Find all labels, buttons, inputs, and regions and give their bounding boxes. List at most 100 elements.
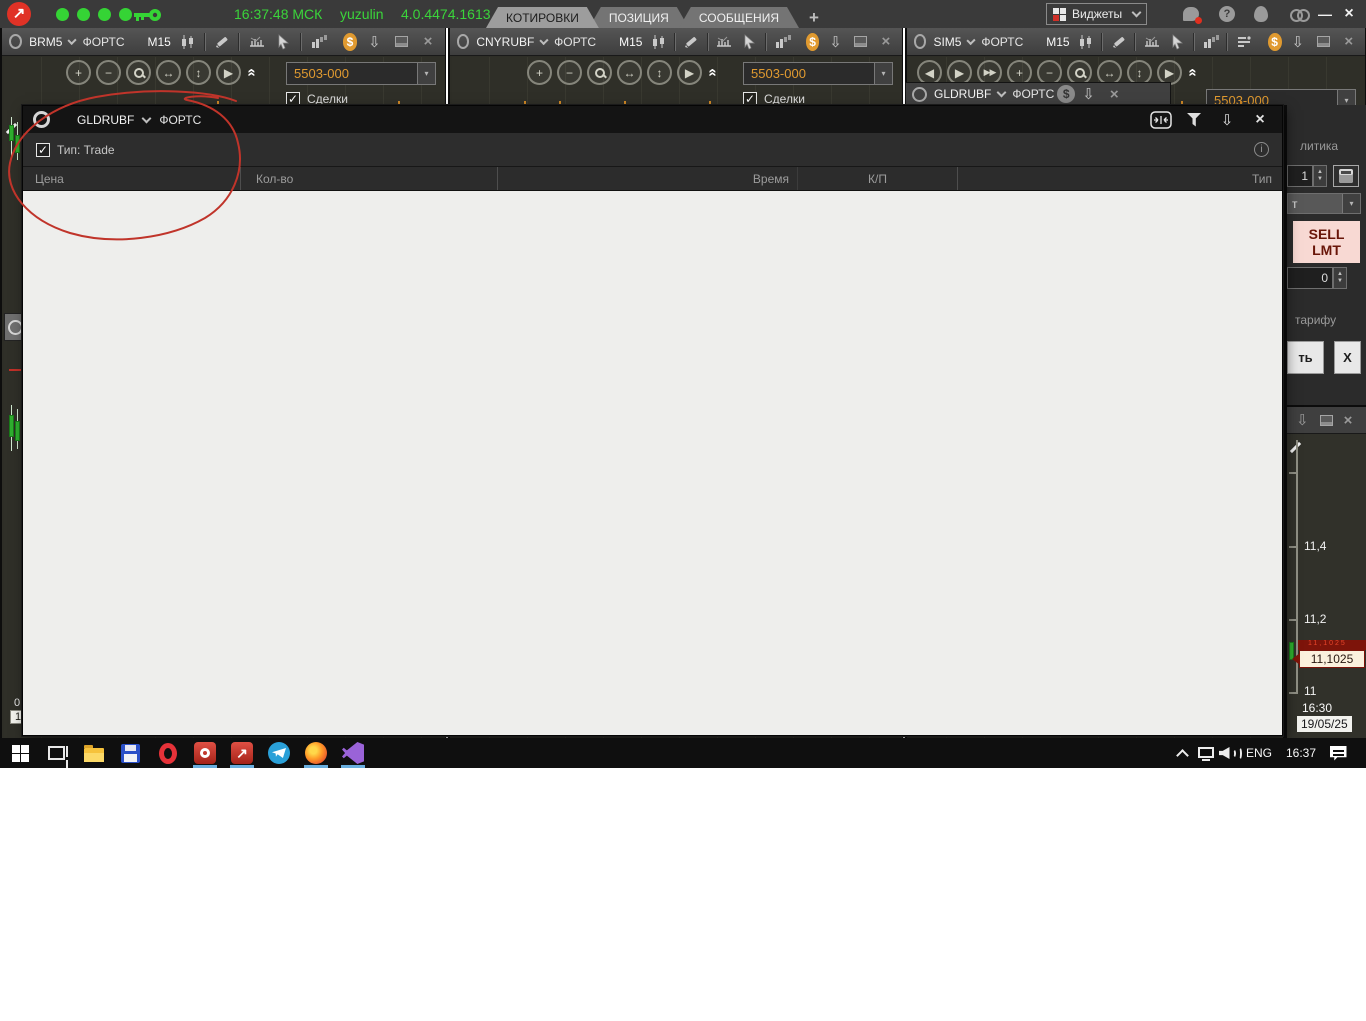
candles-icon[interactable] bbox=[1077, 32, 1096, 52]
calculator-button[interactable] bbox=[1333, 165, 1359, 187]
minimize-app-button[interactable]: — bbox=[1316, 5, 1334, 23]
timeframe-button[interactable]: M15 bbox=[1046, 35, 1069, 49]
compress-columns-icon[interactable] bbox=[1149, 110, 1173, 130]
download-icon[interactable]: ⇩ bbox=[364, 32, 384, 52]
trades-checkbox[interactable]: ✓ Сделки bbox=[743, 92, 893, 106]
network-tray-button[interactable] bbox=[1194, 741, 1218, 765]
sell-lmt-button[interactable]: SELL LMT bbox=[1293, 221, 1360, 263]
firefox-button[interactable] bbox=[304, 741, 328, 765]
tab-kotirovki[interactable]: КОТИРОВКИ bbox=[486, 7, 599, 28]
amount-input[interactable]: 0 bbox=[1287, 267, 1333, 289]
money-icon[interactable]: $ bbox=[1268, 33, 1282, 51]
background-window-gldrubf[interactable]: GLDRUBF ФОРТС $ ⇩ × bbox=[905, 82, 1171, 106]
levels-icon[interactable] bbox=[1235, 32, 1254, 52]
widgets-button[interactable]: Виджеты bbox=[1046, 3, 1147, 25]
filter-icon[interactable] bbox=[1182, 110, 1206, 130]
trades-table-body[interactable] bbox=[23, 191, 1282, 735]
download-icon[interactable]: ⇩ bbox=[1296, 411, 1309, 429]
ticker-select[interactable]: SIM5 bbox=[933, 35, 961, 49]
download-icon[interactable]: ⇩ bbox=[1082, 85, 1095, 103]
close-icon[interactable]: × bbox=[877, 32, 895, 52]
candles-icon[interactable] bbox=[178, 32, 198, 52]
expand-horizontal-button[interactable]: ↔ bbox=[156, 60, 181, 85]
confirm-button[interactable]: ть bbox=[1287, 341, 1324, 374]
save-app-button[interactable] bbox=[118, 741, 142, 765]
zoom-in-button[interactable]: + bbox=[527, 60, 552, 85]
volume-bars-icon[interactable] bbox=[774, 32, 792, 52]
dropdown-arrow-icon[interactable]: ▾ bbox=[1342, 194, 1360, 213]
collapse-toolbar-icon[interactable]: « bbox=[1185, 68, 1202, 76]
tray-expand-button[interactable] bbox=[1170, 741, 1194, 765]
order-type-dropdown[interactable]: т ▾ bbox=[1287, 193, 1361, 214]
minimize-window-icon[interactable] bbox=[391, 32, 411, 52]
info-icon[interactable]: i bbox=[1254, 142, 1269, 157]
expand-vertical-button[interactable]: ↕ bbox=[186, 60, 211, 85]
notifications-icon[interactable] bbox=[1252, 5, 1270, 23]
spin-up-icon[interactable]: ▲ bbox=[1337, 271, 1343, 278]
tab-soobshcheniya[interactable]: СООБЩЕНИЯ bbox=[679, 7, 799, 28]
minimize-window-icon[interactable] bbox=[1314, 32, 1333, 52]
download-icon[interactable]: ⇩ bbox=[1215, 110, 1239, 130]
add-tab-button[interactable]: + bbox=[801, 7, 827, 28]
zoom-select-button[interactable] bbox=[587, 60, 612, 85]
close-icon[interactable]: × bbox=[1344, 412, 1353, 429]
file-explorer-button[interactable] bbox=[82, 741, 106, 765]
column-header-time[interactable]: Время bbox=[498, 167, 798, 190]
draw-pencil-icon[interactable] bbox=[1110, 32, 1129, 52]
column-header-side[interactable]: К/П bbox=[798, 167, 958, 190]
quantity-stepper[interactable]: ▲ ▼ bbox=[1313, 165, 1327, 187]
taskbar-clock[interactable]: 16:37 bbox=[1286, 746, 1316, 760]
close-icon[interactable]: × bbox=[1110, 86, 1119, 103]
volume-bars-icon[interactable] bbox=[309, 32, 329, 52]
download-icon[interactable]: ⇩ bbox=[826, 32, 844, 52]
minimize-window-icon[interactable] bbox=[852, 32, 870, 52]
cursor-icon[interactable] bbox=[1169, 32, 1188, 52]
chat-icon[interactable] bbox=[1182, 5, 1200, 23]
ticker-select[interactable]: GLDRUBF bbox=[77, 113, 134, 127]
price-axis-chart[interactable]: 11,4 11,2 11,1025 11,1025 11 16:30 19/05… bbox=[1287, 434, 1366, 740]
cursor-icon[interactable] bbox=[274, 32, 294, 52]
trades-checkbox[interactable]: ✓ Сделки bbox=[286, 92, 436, 106]
volume-tray-button[interactable] bbox=[1218, 741, 1242, 765]
action-center-button[interactable] bbox=[1326, 741, 1350, 765]
ticker-select[interactable]: BRM5 bbox=[29, 35, 62, 49]
close-icon[interactable]: × bbox=[1340, 32, 1359, 52]
volume-bars-icon[interactable] bbox=[1202, 32, 1221, 52]
start-button[interactable] bbox=[8, 741, 32, 765]
dropdown-arrow-icon[interactable]: ▾ bbox=[874, 63, 892, 84]
type-trade-checkbox[interactable]: ✓ Тип: Trade bbox=[36, 143, 115, 157]
minimize-window-icon[interactable] bbox=[1320, 415, 1333, 426]
money-icon[interactable]: $ bbox=[806, 33, 820, 51]
expand-horizontal-button[interactable]: ↔ bbox=[617, 60, 642, 85]
spin-down-icon[interactable]: ▼ bbox=[1317, 176, 1323, 183]
column-header-price[interactable]: Цена bbox=[23, 167, 241, 190]
collapse-toolbar-icon[interactable]: « bbox=[244, 68, 261, 76]
opera-button[interactable] bbox=[156, 741, 180, 765]
chart-settings-icon[interactable] bbox=[1143, 32, 1162, 52]
trades-window-header[interactable]: GLDRUBF ФОРТС ⇩ × bbox=[23, 106, 1282, 133]
tab-pozitsiya[interactable]: ПОЗИЦИЯ bbox=[589, 7, 689, 28]
spin-down-icon[interactable]: ▼ bbox=[1337, 278, 1343, 285]
telegram-button[interactable] bbox=[267, 741, 291, 765]
link-icon[interactable] bbox=[1290, 5, 1308, 23]
tslab-app-button[interactable]: ↗ bbox=[230, 741, 254, 765]
column-header-quantity[interactable]: Кол-во bbox=[241, 167, 498, 190]
candles-icon[interactable] bbox=[649, 32, 667, 52]
timeframe-button[interactable]: M15 bbox=[148, 35, 171, 49]
collapse-toolbar-icon[interactable]: « bbox=[705, 68, 722, 76]
help-icon[interactable]: ? bbox=[1218, 5, 1236, 23]
draw-pencil-icon[interactable] bbox=[682, 32, 700, 52]
zoom-in-button[interactable]: + bbox=[66, 60, 91, 85]
vscode-button[interactable] bbox=[341, 741, 365, 765]
cursor-icon[interactable] bbox=[741, 32, 759, 52]
cancel-x-button[interactable]: X bbox=[1334, 341, 1361, 374]
chart-settings-icon[interactable] bbox=[247, 32, 267, 52]
recorder-app-button[interactable] bbox=[193, 741, 217, 765]
quantity-input[interactable]: 1 bbox=[1287, 165, 1313, 187]
expand-vertical-button[interactable]: ↕ bbox=[647, 60, 672, 85]
download-icon[interactable]: ⇩ bbox=[1289, 32, 1308, 52]
close-icon[interactable]: × bbox=[418, 32, 438, 52]
draw-pencil-icon[interactable] bbox=[213, 32, 233, 52]
close-app-button[interactable]: × bbox=[1340, 5, 1358, 23]
go-to-end-button[interactable]: ▶ bbox=[677, 60, 702, 85]
